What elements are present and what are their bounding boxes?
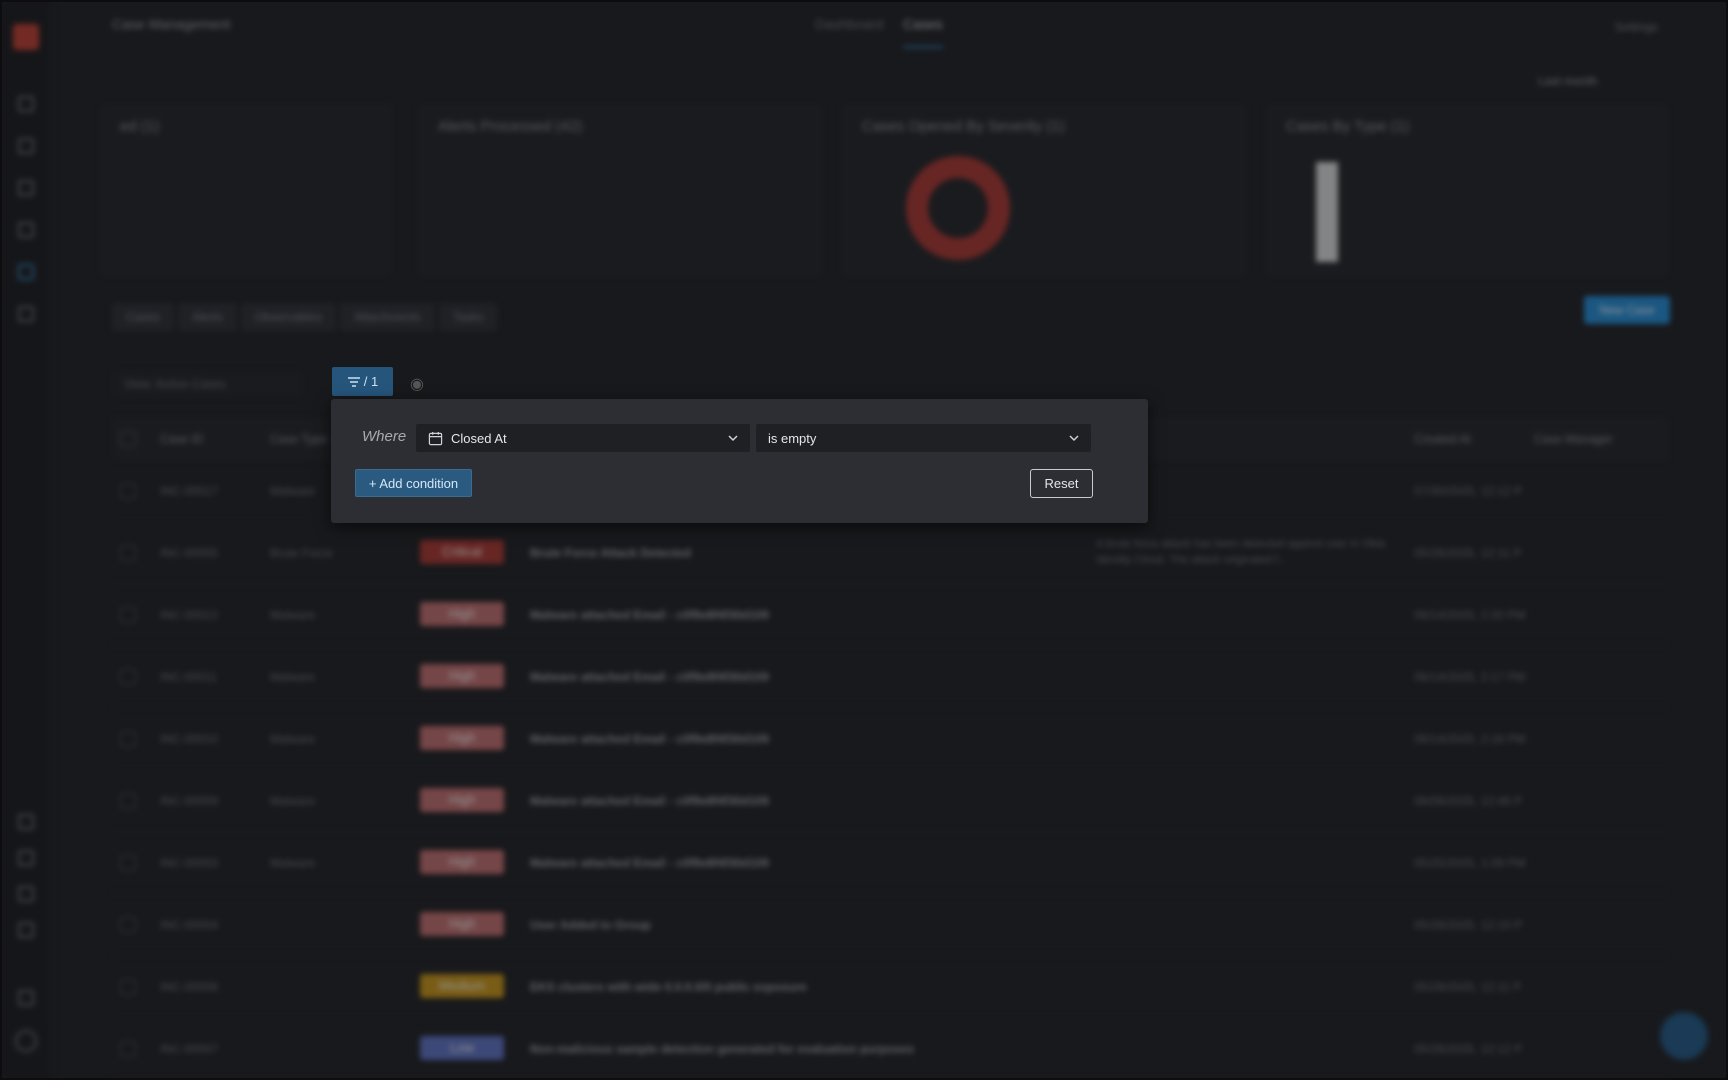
chevron-down-icon [728,435,738,442]
operator-select[interactable]: is empty [756,424,1091,452]
reset-button[interactable]: Reset [1030,469,1093,498]
operator-select-value: is empty [768,430,817,446]
eye-icon[interactable]: ◉ [410,374,424,394]
filter-count: / 1 [363,374,379,389]
add-condition-button[interactable]: + Add condition [355,469,472,497]
filter-icon [347,376,360,387]
window-frame [0,0,1728,1080]
where-label: Where [362,428,407,445]
filter-panel: Where Closed At is empty + Add condition… [331,399,1148,523]
field-select-value: Closed At [451,430,507,446]
chevron-down-icon [1069,435,1079,442]
field-select[interactable]: Closed At [416,424,750,452]
filter-toggle-button[interactable]: / 1 [332,367,393,396]
calendar-icon [428,431,443,445]
